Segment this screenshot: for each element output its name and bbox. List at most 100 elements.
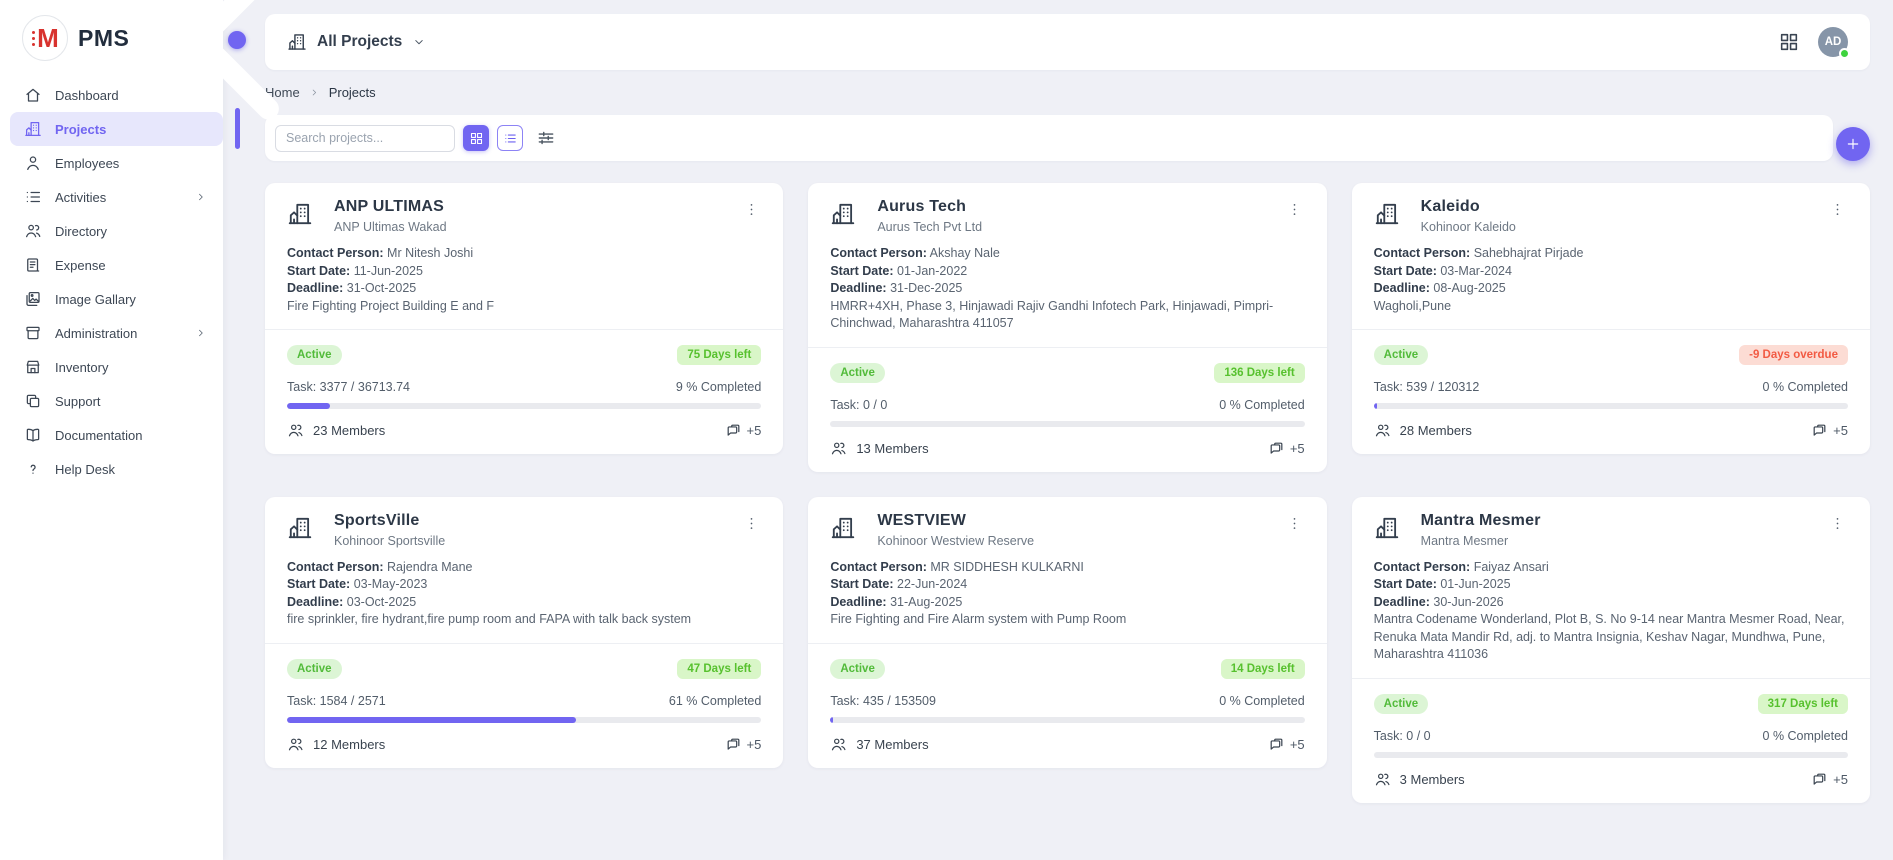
card-info-section: Kaleido Kohinoor Kaleido Contact Person:…: [1352, 183, 1870, 329]
filter-icon: [536, 128, 556, 148]
contact-person-value: Akshay Nale: [930, 246, 1000, 260]
progress-bar: [830, 421, 1304, 427]
chat-link[interactable]: +5: [1811, 422, 1848, 439]
filter-button[interactable]: [533, 125, 559, 151]
members-count: 23 Members: [313, 423, 385, 438]
project-title: Mantra Mesmer: [1421, 512, 1828, 530]
archive-icon: [24, 324, 42, 342]
page-header: All Projects AD: [265, 14, 1870, 70]
deadline-value: 08-Aug-2025: [1433, 281, 1505, 295]
grid-view-button[interactable]: [463, 125, 489, 151]
card-menu-button[interactable]: [1285, 200, 1305, 220]
project-description: Fire Fighting and Fire Alarm system with…: [830, 611, 1304, 629]
list-view-button[interactable]: [497, 125, 523, 151]
completed-percent: 0 % Completed: [1763, 729, 1848, 743]
sidebar-item-help-desk[interactable]: Help Desk: [0, 452, 223, 486]
building-icon: [1374, 515, 1400, 541]
project-card[interactable]: Kaleido Kohinoor Kaleido Contact Person:…: [1352, 183, 1870, 454]
project-card[interactable]: ANP ULTIMAS ANP Ultimas Wakad Contact Pe…: [265, 183, 783, 454]
sidebar-item-image-gallary[interactable]: Image Gallary: [0, 282, 223, 316]
completed-percent: 61 % Completed: [669, 694, 761, 708]
deadline-line: Deadline: 03-Oct-2025: [287, 594, 761, 612]
deadline-value: 30-Jun-2026: [1433, 595, 1503, 609]
contact-person-line: Contact Person: Mr Nitesh Joshi: [287, 245, 761, 263]
project-card[interactable]: Aurus Tech Aurus Tech Pvt Ltd Contact Pe…: [808, 183, 1326, 472]
members-link[interactable]: 13 Members: [830, 440, 928, 457]
contact-person-line: Contact Person: Faiyaz Ansari: [1374, 559, 1848, 577]
sidebar-item-expense[interactable]: Expense: [0, 248, 223, 282]
chat-link[interactable]: +5: [725, 736, 762, 753]
progress-fill: [830, 717, 833, 723]
project-subtitle: Mantra Mesmer: [1421, 534, 1828, 548]
submenu-arrow: [195, 191, 207, 203]
book-icon: [24, 426, 42, 444]
sidebar-item-directory[interactable]: Directory: [0, 214, 223, 248]
members-link[interactable]: 23 Members: [287, 422, 385, 439]
sidebar-collapse-button[interactable]: [228, 31, 246, 49]
list-view-icon: [503, 131, 518, 146]
members-link[interactable]: 12 Members: [287, 736, 385, 753]
progress-fill: [287, 717, 576, 723]
members-count: 13 Members: [856, 441, 928, 456]
project-card[interactable]: SportsVille Kohinoor Sportsville Contact…: [265, 497, 783, 768]
days-left-badge: 75 Days left: [677, 345, 761, 365]
project-title: Aurus Tech: [877, 198, 1284, 216]
card-info-section: SportsVille Kohinoor Sportsville Contact…: [265, 497, 783, 643]
card-info-section: ANP ULTIMAS ANP Ultimas Wakad Contact Pe…: [265, 183, 783, 329]
logo-circuit-dots: [32, 31, 35, 46]
sidebar-item-support[interactable]: Support: [0, 384, 223, 418]
card-menu-button[interactable]: [741, 200, 761, 220]
card-menu-button[interactable]: [741, 514, 761, 534]
chat-icon: [1811, 422, 1828, 439]
project-card[interactable]: Mantra Mesmer Mantra Mesmer Contact Pers…: [1352, 497, 1870, 803]
kebab-icon: [743, 201, 760, 218]
chat-link[interactable]: +5: [1811, 771, 1848, 788]
members-link[interactable]: 28 Members: [1374, 422, 1472, 439]
sidebar-item-label: Help Desk: [55, 462, 115, 477]
card-menu-button[interactable]: [1828, 514, 1848, 534]
members-link[interactable]: 37 Members: [830, 736, 928, 753]
card-menu-button[interactable]: [1828, 200, 1848, 220]
completed-percent: 0 % Completed: [1763, 380, 1848, 394]
project-card[interactable]: WESTVIEW Kohinoor Westview Reserve Conta…: [808, 497, 1326, 768]
task-count: Task: 539 / 120312: [1374, 380, 1480, 394]
contact-person-value: Mr Nitesh Joshi: [387, 246, 473, 260]
project-subtitle: ANP Ultimas Wakad: [334, 220, 741, 234]
sidebar-item-inventory[interactable]: Inventory: [0, 350, 223, 384]
card-status-section: Active 47 Days left Task: 1584 / 2571 61…: [265, 643, 783, 768]
building-icon: [830, 201, 856, 227]
days-left-badge: -9 Days overdue: [1739, 345, 1848, 365]
contact-person-line: Contact Person: Rajendra Mane: [287, 559, 761, 577]
start-date-line: Start Date: 01-Jun-2025: [1374, 576, 1848, 594]
sidebar-item-label: Activities: [55, 190, 106, 205]
progress-bar: [287, 717, 761, 723]
kebab-icon: [1286, 201, 1303, 218]
members-link[interactable]: 3 Members: [1374, 771, 1465, 788]
chat-count: +5: [747, 423, 762, 438]
members-count: 37 Members: [856, 737, 928, 752]
apps-grid-button[interactable]: [1778, 31, 1800, 53]
progress-fill: [287, 403, 330, 409]
card-menu-button[interactable]: [1285, 514, 1305, 534]
chat-link[interactable]: +5: [1268, 440, 1305, 457]
deadline-line: Deadline: 08-Aug-2025: [1374, 280, 1848, 298]
add-project-button[interactable]: [1836, 127, 1870, 161]
deadline-value: 03-Oct-2025: [347, 595, 416, 609]
chat-link[interactable]: +5: [725, 422, 762, 439]
copy-icon: [24, 392, 42, 410]
status-badge: Active: [830, 363, 885, 383]
start-date-line: Start Date: 11-Jun-2025: [287, 263, 761, 281]
start-date-line: Start Date: 01-Jan-2022: [830, 263, 1304, 281]
project-grid: ANP ULTIMAS ANP Ultimas Wakad Contact Pe…: [265, 183, 1870, 803]
avatar[interactable]: AD: [1818, 27, 1848, 57]
building-icon: [1374, 201, 1400, 227]
chat-link[interactable]: +5: [1268, 736, 1305, 753]
chat-icon: [1268, 736, 1285, 753]
chevron-left-icon: [87, 0, 387, 190]
sidebar-item-administration[interactable]: Administration: [0, 316, 223, 350]
task-count: Task: 3377 / 36713.74: [287, 380, 410, 394]
card-status-section: Active -9 Days overdue Task: 539 / 12031…: [1352, 329, 1870, 454]
chat-count: +5: [1290, 737, 1305, 752]
sidebar-item-documentation[interactable]: Documentation: [0, 418, 223, 452]
active-item-indicator: [235, 108, 240, 149]
